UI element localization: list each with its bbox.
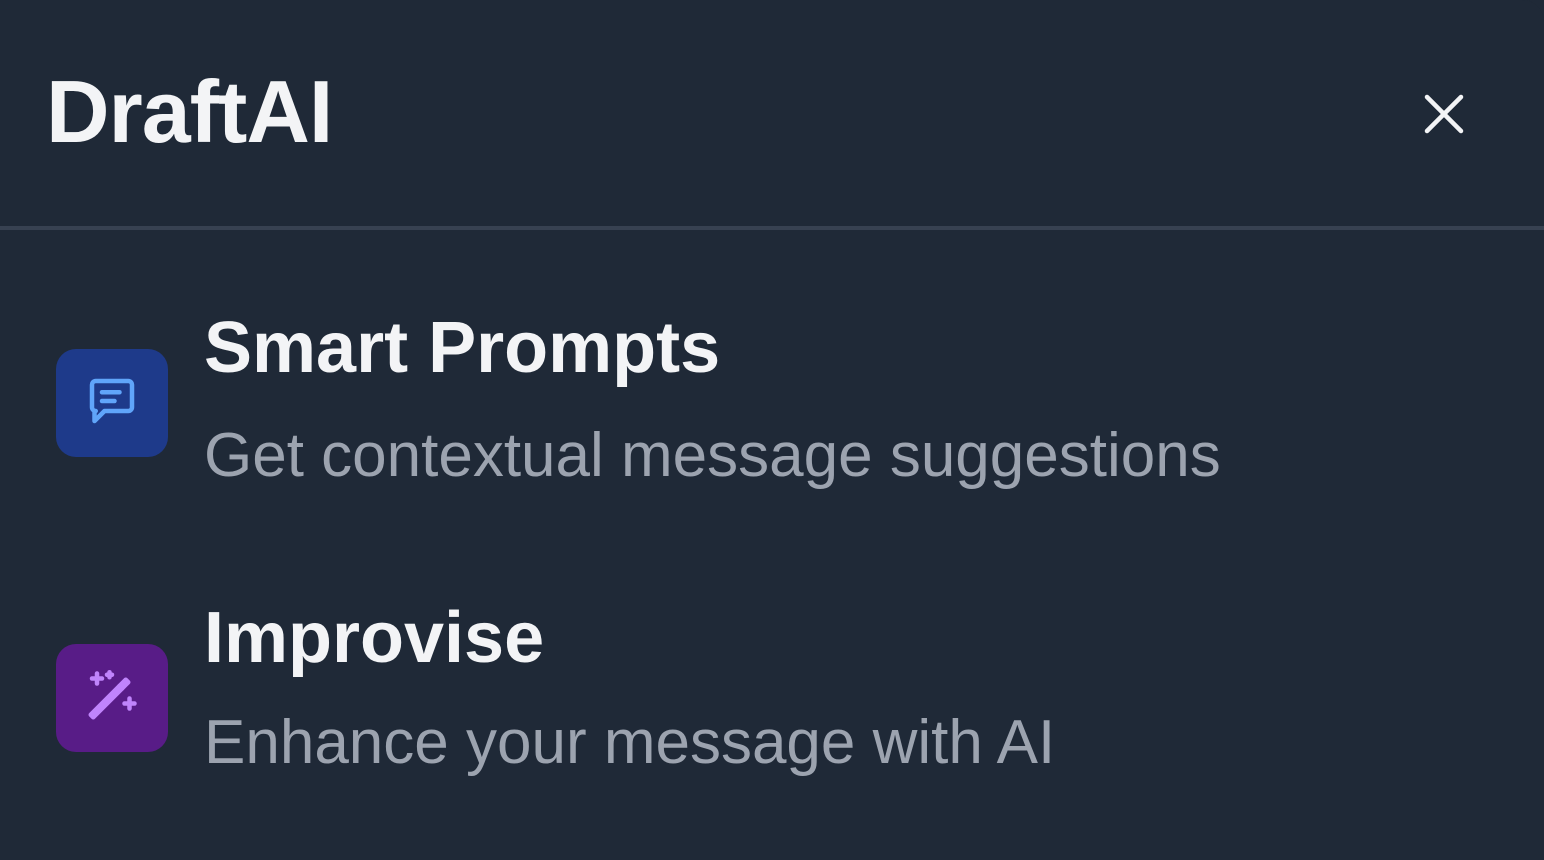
improvise-description: Enhance your message with AI [204,708,1056,777]
smart-prompts-description: Get contextual message suggestions [204,421,1221,490]
chat-message-icon [82,371,142,436]
improvise-icon-tile [56,644,168,752]
menu-item-improvise[interactable]: Improvise Enhance your message with AI [0,582,1544,842]
app-title: DraftAI [46,62,333,161]
menu-item-smart-prompts[interactable]: Smart Prompts Get contextual message sug… [0,290,1544,550]
close-button[interactable] [1408,78,1480,150]
draftai-panel: DraftAI Smart Prompts Get contextual mes… [0,0,1544,860]
smart-prompts-icon-tile [56,349,168,457]
panel-header: DraftAI [0,0,1544,230]
magic-wand-icon [82,666,142,731]
close-icon [1422,92,1466,136]
improvise-title: Improvise [204,598,545,678]
smart-prompts-title: Smart Prompts [204,308,721,388]
